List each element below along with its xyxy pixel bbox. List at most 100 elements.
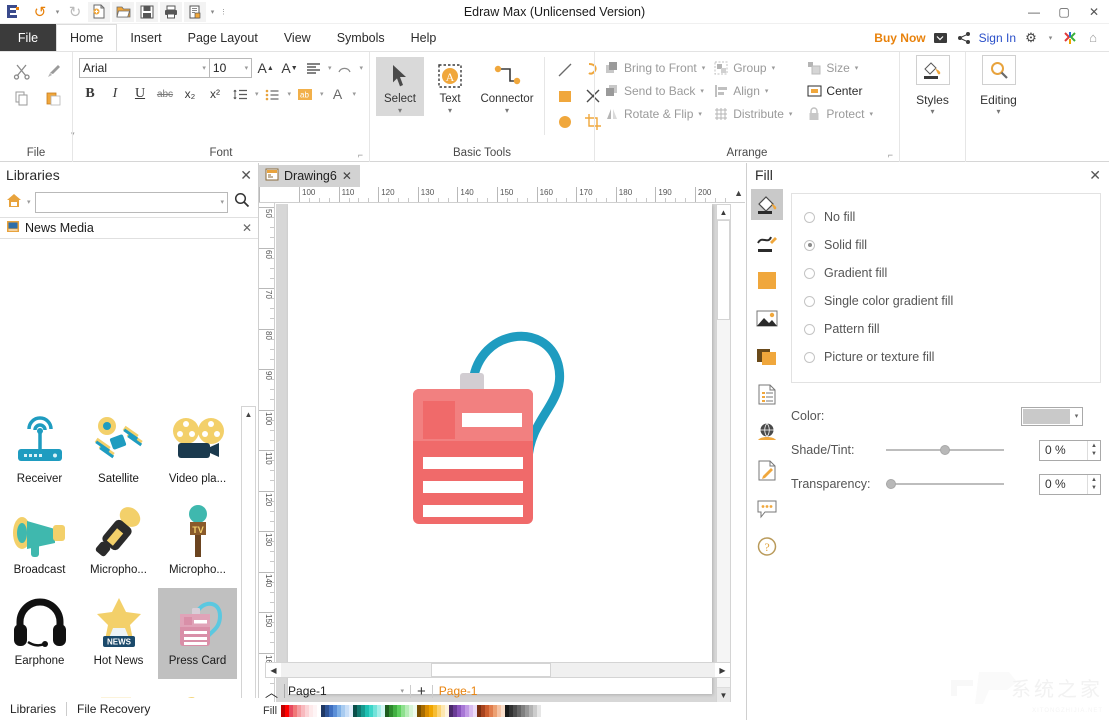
tab-home[interactable]: Home — [56, 24, 118, 51]
styles-caret[interactable]: ▾ — [930, 107, 934, 116]
curved-text-button[interactable] — [335, 57, 356, 79]
export-dropdown-icon[interactable]: ▾ — [208, 8, 217, 16]
vertical-ruler[interactable]: 5060708090100110120130140150160 — [259, 203, 275, 703]
cut-button[interactable] — [6, 57, 38, 85]
undo-dropdown-icon[interactable]: ▾ — [53, 8, 62, 16]
canvas-shape-press-card[interactable] — [398, 309, 608, 549]
text-align-button[interactable] — [303, 57, 324, 79]
color-picker-button[interactable]: ▾ — [1021, 406, 1083, 426]
tab-file[interactable]: File — [0, 24, 56, 51]
horizontal-ruler[interactable]: 100 110 120 130 140 150 160 170 180 190 200 ▲ — [259, 187, 745, 203]
canvas-scroll-left-icon[interactable]: ◀ — [266, 663, 281, 677]
quick-access-toolbar[interactable]: ↺ ▾ ↻ ▾ ⋮ — [25, 1, 228, 22]
export-button[interactable] — [184, 1, 206, 22]
layers-icon[interactable] — [751, 341, 783, 372]
library-search-dropdown-icon[interactable]: ▾ — [220, 198, 224, 206]
transparency-slider[interactable] — [886, 477, 1004, 491]
ellipse-tool-icon[interactable] — [551, 109, 579, 135]
tab-symbols[interactable]: Symbols — [324, 24, 398, 51]
rotate-flip-caret[interactable]: ▾ — [698, 110, 702, 118]
pattern-fill-radio[interactable] — [804, 323, 815, 335]
font-color-dropdown-icon[interactable]: ▾ — [353, 90, 357, 98]
canvas-horizontal-scrollbar[interactable]: ◀ ▶ — [265, 662, 731, 678]
library-home-icon[interactable] — [6, 193, 22, 211]
picture-icon[interactable] — [751, 303, 783, 334]
sign-in-link[interactable]: Sign In — [979, 31, 1016, 45]
tab-page-layout[interactable]: Page Layout — [175, 24, 271, 51]
note-edit-icon[interactable] — [751, 455, 783, 486]
add-page-button[interactable]: + — [417, 683, 426, 700]
transparency-spinner[interactable]: 0 % ▲ ▼ — [1039, 473, 1101, 495]
grow-font-button[interactable]: A ▲ — [255, 57, 276, 79]
tab-insert[interactable]: Insert — [117, 24, 174, 51]
canvas-scroll-up-icon[interactable]: ▲ — [717, 205, 730, 220]
curved-text-dropdown-icon[interactable]: ▾ — [359, 64, 363, 72]
line-tool-icon[interactable] — [551, 57, 579, 83]
fill-option-pattern-fill[interactable]: Pattern fill — [804, 315, 1088, 343]
library-shape-broadcast[interactable]: Broadcast — [0, 497, 79, 588]
settings-gear-icon[interactable]: ⚙ — [1023, 30, 1039, 46]
library-shape-video-player[interactable]: Video pla... — [158, 406, 237, 497]
page-selector-caret-icon[interactable]: ▾ — [401, 687, 405, 695]
apps-icon[interactable] — [1062, 30, 1078, 46]
rectangle-tool-icon[interactable] — [551, 83, 579, 109]
align-button[interactable]: Align ▾ — [710, 80, 795, 102]
protect-caret[interactable]: ▾ — [869, 110, 873, 118]
bring-to-front-button[interactable]: Bring to Front ▾ — [601, 57, 708, 79]
library-shape-receiver[interactable]: Receiver — [0, 406, 79, 497]
page-tab-page-1[interactable]: Page-1 — [439, 684, 478, 698]
redo-button[interactable]: ↻ — [64, 2, 86, 22]
libraries-scroll-up-icon[interactable]: ▲ — [242, 407, 255, 422]
editing-button[interactable] — [981, 55, 1016, 85]
transparency-up-icon[interactable]: ▲ — [1091, 476, 1097, 484]
canvas-hscroll-thumb[interactable] — [431, 663, 551, 677]
superscript-button[interactable]: x² — [204, 83, 226, 105]
select-tool-caret[interactable]: ▾ — [398, 106, 402, 116]
fill-option-gradient-fill[interactable]: Gradient fill — [804, 259, 1088, 287]
font-dialog-launcher[interactable]: ⌐ — [358, 150, 363, 160]
library-shape-earphone[interactable]: Earphone — [0, 588, 79, 679]
footer-tab-file-recovery[interactable]: File Recovery — [67, 702, 160, 716]
library-shape-press-card[interactable]: Press Card — [158, 588, 237, 679]
text-tool-button[interactable]: A Text ▾ — [426, 57, 474, 116]
line-tool-icon[interactable] — [751, 227, 783, 258]
palette-swatch[interactable] — [537, 705, 542, 717]
fill-option-picture-texture-fill[interactable]: Picture or texture fill — [804, 343, 1088, 371]
send-to-back-caret[interactable]: ▾ — [700, 87, 704, 95]
transparency-spinner-arrows[interactable]: ▲ ▼ — [1087, 474, 1100, 494]
font-color-button[interactable]: A — [327, 83, 349, 105]
shade-tint-down-icon[interactable]: ▼ — [1091, 450, 1097, 458]
send-to-back-button[interactable]: Send to Back ▾ — [601, 80, 708, 102]
rotate-flip-button[interactable]: Rotate & Flip ▾ — [601, 103, 708, 125]
transparency-knob[interactable] — [886, 479, 896, 489]
shade-tint-spinner[interactable]: 0 % ▲ ▼ — [1039, 439, 1101, 461]
page-bar-collapse-icon[interactable]: ︿ — [265, 682, 278, 701]
window-controls[interactable]: — ▢ ✕ — [1019, 0, 1109, 24]
library-shape-microphone-1[interactable]: Micropho... — [79, 497, 158, 588]
font-size-input[interactable]: 10 ▾ — [209, 58, 253, 78]
format-painter-button[interactable] — [38, 57, 70, 85]
tab-help[interactable]: Help — [398, 24, 450, 51]
document-tab-drawing6[interactable]: Drawing6 ✕ — [259, 165, 360, 187]
shade-tint-slider[interactable] — [886, 443, 1004, 457]
document-tab-close-icon[interactable]: ✕ — [342, 169, 352, 183]
print-button[interactable] — [160, 1, 182, 22]
undo-button[interactable]: ↺ — [29, 2, 51, 22]
ruler-collapse-icon[interactable]: ▲ — [734, 188, 743, 198]
libraries-vertical-scrollbar[interactable]: ▲ ▼ — [241, 406, 256, 720]
shade-tint-spinner-arrows[interactable]: ▲ ▼ — [1087, 440, 1100, 460]
center-button[interactable]: Center — [803, 80, 876, 102]
underline-button[interactable]: U — [129, 83, 151, 105]
help-icon[interactable]: ? — [751, 531, 783, 562]
fill-tool-icon[interactable] — [751, 189, 783, 220]
search-icon[interactable] — [232, 192, 252, 212]
arrange-dialog-launcher[interactable]: ⌐ — [888, 150, 893, 160]
new-document-button[interactable] — [88, 1, 110, 22]
font-family-input[interactable]: Arial ▾ — [79, 58, 210, 78]
font-family-dropdown-icon[interactable]: ▾ — [202, 64, 206, 72]
settings-dropdown-icon[interactable]: ▾ — [1046, 34, 1055, 42]
hyperlink-globe-icon[interactable] — [751, 417, 783, 448]
library-home-dropdown-icon[interactable]: ▾ — [27, 198, 31, 206]
footer-tab-libraries[interactable]: Libraries — [0, 702, 66, 716]
buy-now-link[interactable]: Buy Now — [874, 31, 925, 45]
